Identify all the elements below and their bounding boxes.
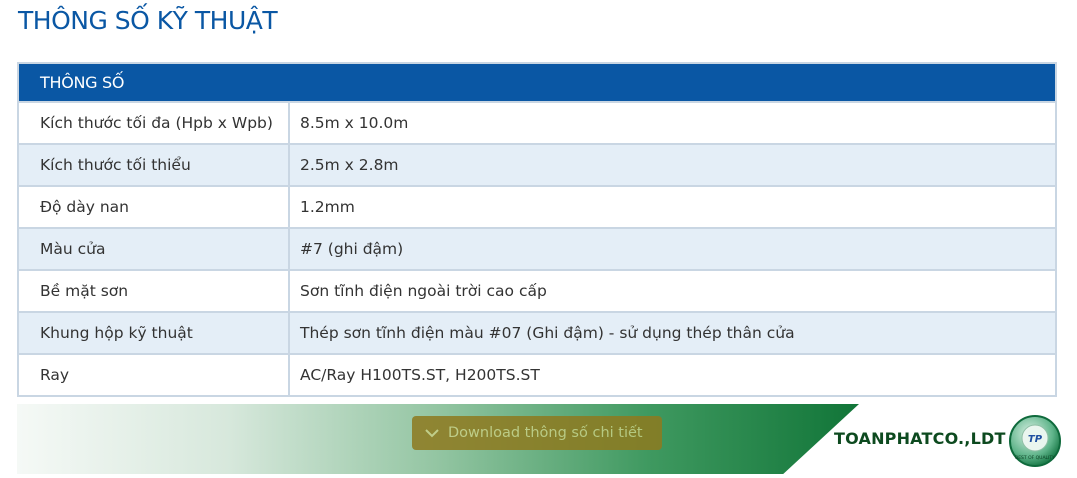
table-row: Kích thước tối đa (Hpb x Wpb) 8.5m x 10.… bbox=[18, 101, 1056, 144]
spec-label: Kích thước tối thiểu bbox=[18, 143, 290, 186]
company-logo-icon: TP BEST OF QUALITY bbox=[1009, 415, 1061, 467]
download-button-label: Download thông số chi tiết bbox=[448, 425, 643, 441]
chevron-down-icon bbox=[422, 423, 442, 443]
spec-label: Kích thước tối đa (Hpb x Wpb) bbox=[18, 101, 290, 144]
spec-label: Khung hộp kỹ thuật bbox=[18, 311, 290, 354]
brand-name: TOANPHATCO.,LDT bbox=[834, 429, 1006, 448]
spec-label: Ray bbox=[18, 353, 290, 396]
table-header: THÔNG SỐ bbox=[18, 63, 1056, 102]
table-row: Kích thước tối thiểu 2.5m x 2.8m bbox=[18, 143, 1056, 186]
table-row: Độ dày nan 1.2mm bbox=[18, 185, 1056, 228]
spec-value: #7 (ghi đậm) bbox=[289, 227, 1056, 270]
table-header-row: THÔNG SỐ bbox=[18, 63, 1056, 102]
spec-label: Độ dày nan bbox=[18, 185, 290, 228]
page-title: THÔNG SỐ KỸ THUẬT bbox=[18, 6, 278, 35]
download-specs-button[interactable]: Download thông số chi tiết bbox=[412, 416, 662, 450]
spec-value: Sơn tĩnh điện ngoài trời cao cấp bbox=[289, 269, 1056, 312]
spec-value: AC/Ray H100TS.ST, H200TS.ST bbox=[289, 353, 1056, 396]
spec-value: 1.2mm bbox=[289, 185, 1056, 228]
spec-value: 2.5m x 2.8m bbox=[289, 143, 1056, 186]
table-row: Ray AC/Ray H100TS.ST, H200TS.ST bbox=[18, 353, 1056, 396]
spec-label: Bề mặt sơn bbox=[18, 269, 290, 312]
table-row: Bề mặt sơn Sơn tĩnh điện ngoài trời cao … bbox=[18, 269, 1056, 312]
spec-table: THÔNG SỐ Kích thước tối đa (Hpb x Wpb) 8… bbox=[17, 62, 1057, 397]
svg-text:BEST OF QUALITY: BEST OF QUALITY bbox=[1015, 455, 1055, 461]
spec-value: 8.5m x 10.0m bbox=[289, 101, 1056, 144]
table-row: Khung hộp kỹ thuật Thép sơn tĩnh điện mà… bbox=[18, 311, 1056, 354]
spec-value: Thép sơn tĩnh điện màu #07 (Ghi đậm) - s… bbox=[289, 311, 1056, 354]
svg-text:TP: TP bbox=[1028, 434, 1043, 445]
table-row: Màu cửa #7 (ghi đậm) bbox=[18, 227, 1056, 270]
spec-label: Màu cửa bbox=[18, 227, 290, 270]
download-banner: Download thông số chi tiết TOANPHATCO.,L… bbox=[17, 404, 1077, 474]
